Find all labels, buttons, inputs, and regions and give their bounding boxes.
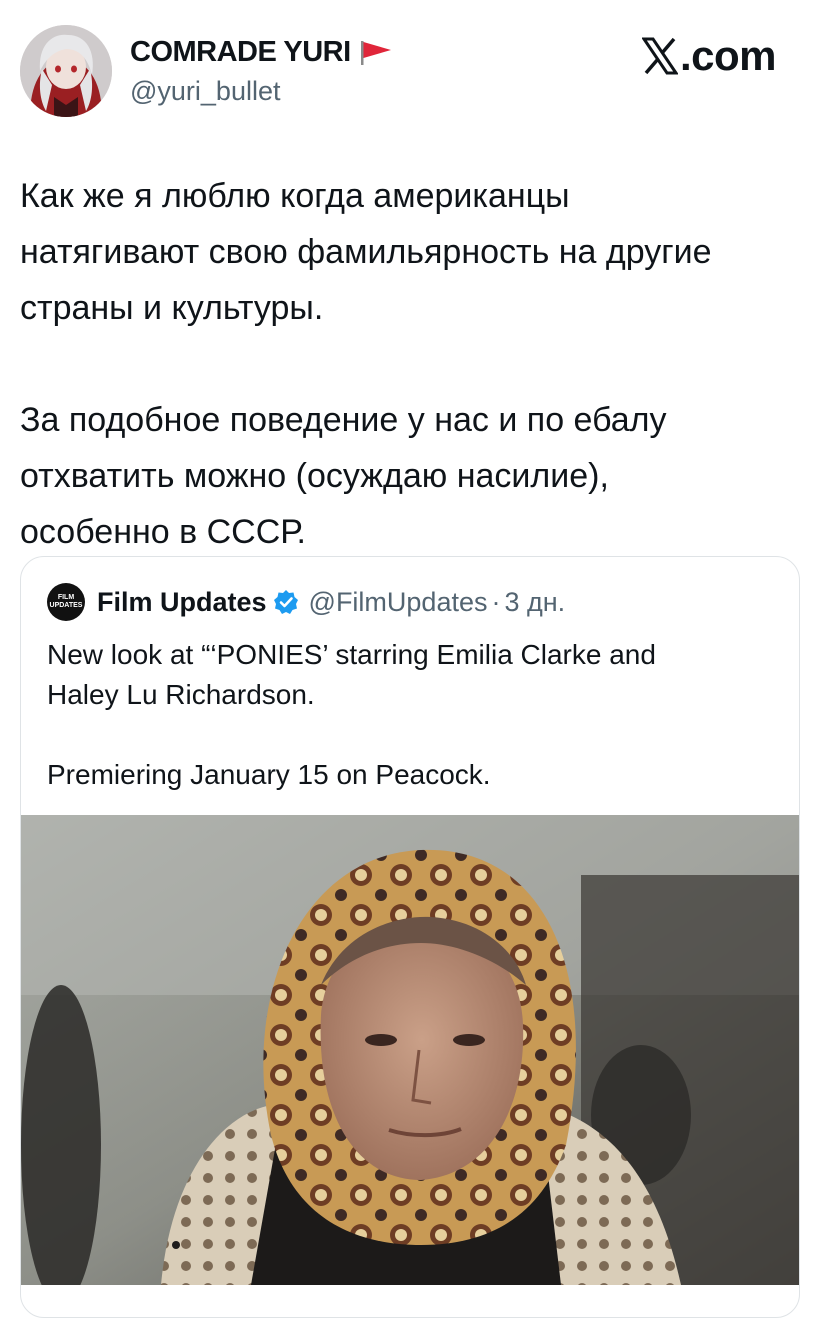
red-flag-icon: [359, 39, 393, 67]
tweet-text: Как же я люблю когда американцы натягива…: [20, 177, 712, 551]
x-logo-icon: [641, 37, 679, 75]
author-avatar[interactable]: [20, 25, 112, 117]
author-handle[interactable]: @yuri_bullet: [130, 76, 280, 107]
quoted-author-name[interactable]: Film Updates: [97, 587, 267, 618]
separator-dot: ·: [491, 586, 501, 617]
quoted-author-handle[interactable]: @FilmUpdates: [309, 587, 488, 618]
x-com-label: .com: [679, 32, 777, 79]
verified-badge-icon: [273, 589, 299, 615]
author-name[interactable]: COMRADE YURI: [130, 36, 351, 69]
quoted-tweet[interactable]: FILM UPDATES Film Updates @FilmUpdates ·…: [20, 556, 800, 1318]
author-name-row[interactable]: COMRADE YURI: [130, 36, 393, 69]
quoted-tweet-image[interactable]: [21, 815, 799, 1285]
x-com-logo: .com: [641, 32, 777, 80]
quoted-author-avatar[interactable]: FILM UPDATES: [47, 583, 85, 621]
quoted-tweet-text: New look at “‘PONIES’ starring Emilia Cl…: [47, 639, 656, 790]
quoted-tweet-time[interactable]: 3 дн.: [505, 587, 566, 618]
quoted-tweet-header: FILM UPDATES Film Updates @FilmUpdates ·…: [47, 583, 565, 621]
tweet-header: COMRADE YURI @yuri_bullet .com: [0, 0, 818, 130]
